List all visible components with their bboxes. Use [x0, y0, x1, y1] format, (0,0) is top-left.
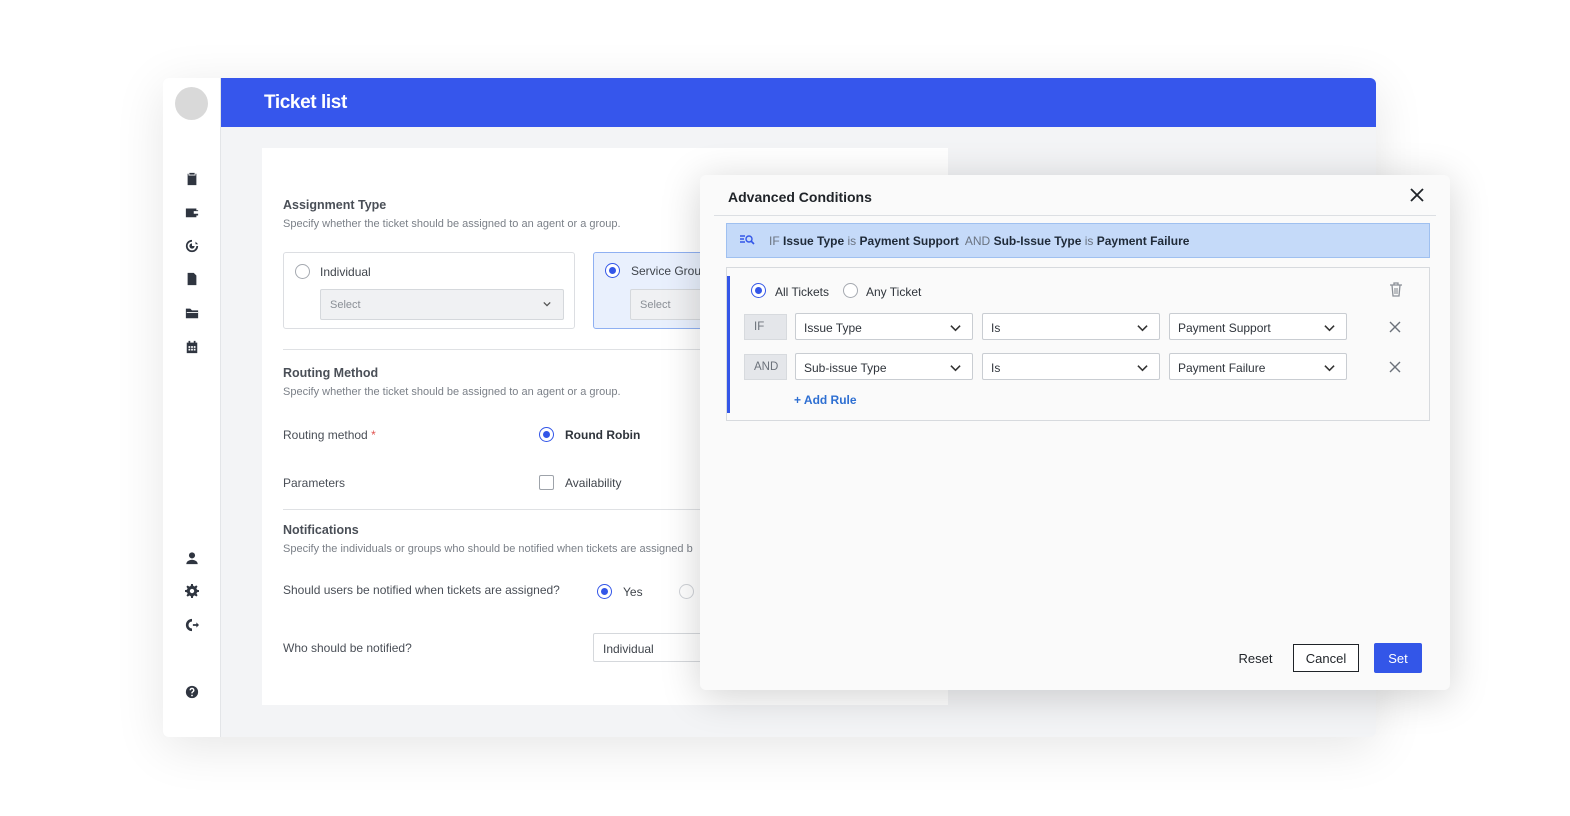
close-icon[interactable]: [1409, 187, 1425, 203]
assignment-type-title: Assignment Type: [283, 198, 387, 212]
rule-1-value-select[interactable]: Payment Support: [1169, 313, 1347, 340]
target-icon[interactable]: [182, 236, 201, 255]
remove-rule-2-icon[interactable]: [1389, 361, 1401, 373]
gear-icon[interactable]: [182, 581, 201, 600]
all-tickets-label: All Tickets: [775, 285, 830, 299]
trash-icon[interactable]: [1389, 282, 1403, 297]
individual-select-placeholder: Select: [330, 299, 361, 311]
rule-1-operator-select[interactable]: Is: [982, 313, 1160, 340]
remove-rule-1-icon[interactable]: [1389, 321, 1401, 333]
chevron-down-icon: [1324, 325, 1335, 332]
add-rule-link[interactable]: + Add Rule: [794, 393, 857, 407]
top-bar: Ticket list: [221, 78, 1376, 127]
service-group-select-placeholder: Select: [640, 299, 671, 311]
routing-method-description: Specify whether the ticket should be ass…: [283, 386, 621, 398]
rule-2-field-value: Sub-issue Type: [804, 361, 887, 375]
advanced-conditions-modal: Advanced Conditions IF Issue Type is Pay…: [700, 175, 1450, 690]
chevron-down-icon: [1137, 365, 1148, 372]
condition-summary-text: IF Issue Type is Payment Support AND Sub…: [769, 234, 1189, 248]
page-title: Ticket list: [264, 92, 347, 113]
availability-checkbox[interactable]: [539, 475, 554, 490]
chevron-down-icon: [1137, 325, 1148, 332]
rule-1-value: Payment Support: [1178, 321, 1271, 335]
who-notified-label: Who should be notified?: [283, 641, 412, 655]
document-icon[interactable]: [182, 269, 201, 288]
rule-2-field-select[interactable]: Sub-issue Type: [795, 353, 973, 380]
availability-label: Availability: [565, 476, 622, 490]
routing-method-label: Routing method *: [283, 428, 376, 442]
help-icon[interactable]: [182, 682, 201, 701]
service-group-label: Service Grou: [631, 264, 702, 278]
chevron-down-icon: [950, 365, 961, 372]
notify-yes-label: Yes: [623, 585, 643, 599]
wallet-icon[interactable]: [182, 202, 201, 221]
summary-is-2: is: [1084, 234, 1094, 248]
reset-button[interactable]: Reset: [1227, 644, 1284, 672]
logout-icon[interactable]: [182, 615, 201, 634]
who-notified-value: Individual: [603, 642, 654, 656]
chevron-down-icon: [950, 325, 961, 332]
required-mark: *: [371, 428, 376, 442]
notify-question-label: Should users be notified when tickets ar…: [283, 583, 560, 597]
rule-2-value-select[interactable]: Payment Failure: [1169, 353, 1347, 380]
individual-select[interactable]: Select: [320, 289, 564, 320]
rule-operator-and: AND: [744, 354, 787, 380]
any-ticket-radio[interactable]: [843, 283, 858, 298]
sidebar: [163, 78, 221, 737]
rule-1-field-value: Issue Type: [804, 321, 862, 335]
individual-radio[interactable]: [295, 264, 310, 279]
summary-if: IF: [769, 234, 780, 248]
summary-field-1: Issue Type: [783, 234, 845, 248]
modal-title: Advanced Conditions: [728, 189, 872, 205]
all-tickets-radio[interactable]: [751, 283, 766, 298]
assignment-option-individual[interactable]: Individual Select: [283, 252, 575, 329]
rules-panel: All Tickets Any Ticket IF Issue Type Is …: [726, 267, 1430, 421]
folder-icon[interactable]: [182, 303, 201, 322]
assignment-type-description: Specify whether the ticket should be ass…: [283, 218, 621, 230]
summary-field-2: Sub-Issue Type: [993, 234, 1082, 248]
clipboard-icon[interactable]: [182, 169, 201, 188]
cancel-button[interactable]: Cancel: [1293, 644, 1359, 672]
chevron-down-icon: [1324, 365, 1335, 372]
notify-no-radio[interactable]: [679, 584, 694, 599]
summary-value-2: Payment Failure: [1096, 234, 1190, 248]
round-robin-label: Round Robin: [565, 428, 641, 442]
condition-summary: IF Issue Type is Payment Support AND Sub…: [726, 223, 1430, 258]
notify-yes-radio[interactable]: [597, 584, 612, 599]
rules-accent-bar: [727, 276, 730, 413]
rule-operator-if: IF: [744, 314, 787, 340]
summary-and: AND: [964, 234, 991, 248]
summary-is-1: is: [847, 234, 857, 248]
rule-2-operator-select[interactable]: Is: [982, 353, 1160, 380]
routing-method-label-text: Routing method: [283, 428, 368, 442]
round-robin-radio[interactable]: [539, 427, 554, 442]
service-group-radio[interactable]: [605, 263, 620, 278]
any-ticket-label: Any Ticket: [866, 285, 922, 299]
rule-1-field-select[interactable]: Issue Type: [795, 313, 973, 340]
user-icon[interactable]: [182, 548, 201, 567]
summary-value-1: Payment Support: [859, 234, 959, 248]
chevron-down-icon: [543, 301, 551, 307]
routing-method-title: Routing Method: [283, 366, 379, 380]
modal-divider: [714, 215, 1436, 216]
parameters-label: Parameters: [283, 476, 346, 490]
calendar-icon[interactable]: [182, 337, 201, 356]
filter-search-icon: [740, 235, 755, 245]
avatar[interactable]: [175, 87, 208, 120]
rule-2-value: Payment Failure: [1178, 361, 1266, 375]
set-button[interactable]: Set: [1374, 643, 1422, 673]
rule-2-operator-value: Is: [991, 361, 1001, 375]
notifications-description: Specify the individuals or groups who sh…: [283, 543, 693, 555]
individual-label: Individual: [320, 265, 371, 279]
notifications-title: Notifications: [283, 523, 359, 537]
rule-1-operator-value: Is: [991, 321, 1001, 335]
